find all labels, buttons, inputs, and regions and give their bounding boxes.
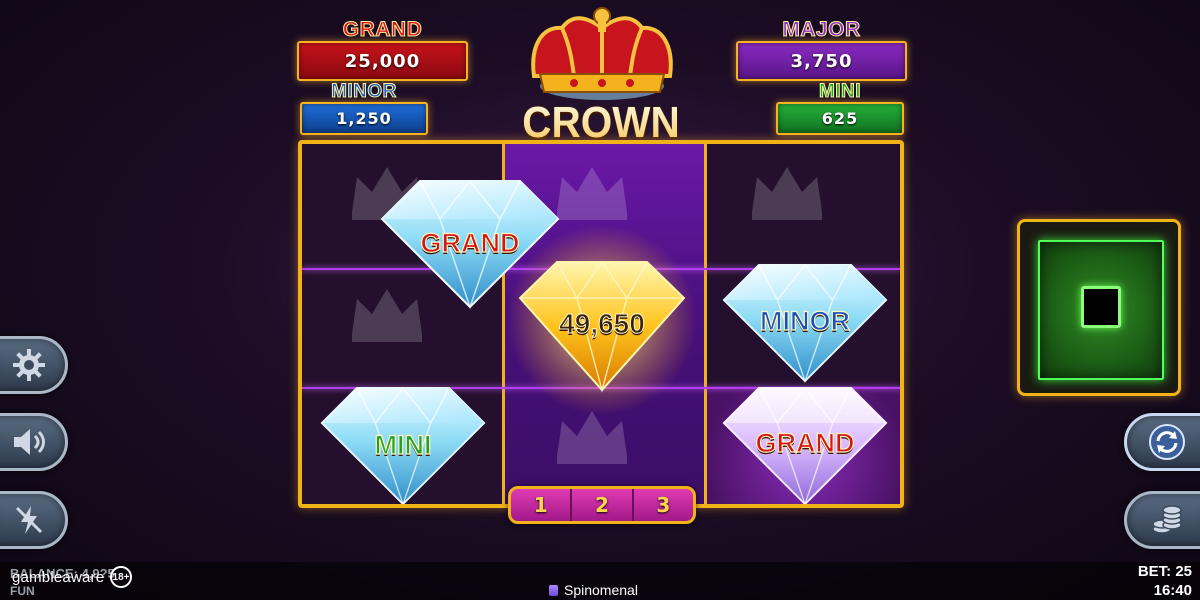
- jackpot-minor-value: 1,250: [300, 102, 428, 135]
- jackpot-grand: GRAND 25,000: [297, 18, 468, 81]
- spin-button-frame: [1017, 219, 1181, 396]
- spin-stop-button[interactable]: [1038, 240, 1164, 380]
- symbol-label: MINI: [374, 429, 432, 460]
- bet-amount: BET: 25: [1137, 563, 1192, 580]
- sound-button[interactable]: [0, 413, 68, 471]
- crown-icon: [531, 7, 673, 100]
- ghost-crown-icon: [552, 162, 632, 222]
- jackpot-major-value: 3,750: [736, 41, 907, 81]
- age-restriction-badge: 18+: [110, 566, 132, 588]
- ghost-crown-icon: [747, 162, 827, 222]
- provider-name: Spinomenal: [564, 582, 638, 598]
- jackpot-mini-label: MINI: [818, 81, 862, 102]
- reel-grid: GRAND 49,650 MINOR MINI GRAND: [298, 140, 904, 508]
- clock: 16:40: [1153, 582, 1192, 599]
- autoplay-icon: [1149, 424, 1185, 460]
- autoplay-button[interactable]: [1124, 413, 1200, 471]
- symbol-label: GRAND: [755, 427, 855, 458]
- gear-icon: [13, 349, 45, 381]
- diamond-minor-symbol: MINOR: [722, 262, 888, 384]
- symbol-label: MINOR: [759, 305, 850, 336]
- bet-button[interactable]: [1124, 491, 1200, 549]
- ghost-crown-icon: [552, 406, 632, 466]
- reel-tab-1[interactable]: 1: [511, 489, 573, 521]
- diamond-mini-symbol: MINI: [320, 384, 486, 504]
- coins-icon: [1152, 505, 1182, 534]
- reel-separator: [704, 144, 707, 504]
- settings-button[interactable]: [0, 336, 68, 394]
- diamond-win-symbol: 49,650: [502, 225, 702, 415]
- reel-tab-3[interactable]: 3: [634, 489, 693, 521]
- jackpot-minor-label: MINOR: [331, 81, 397, 102]
- stop-icon: [1081, 286, 1121, 328]
- turbo-button[interactable]: [0, 491, 68, 549]
- mode-label: FUN: [10, 584, 35, 598]
- speaker-icon: [14, 429, 45, 455]
- jackpot-grand-value: 25,000: [297, 41, 468, 81]
- jackpot-minor: MINOR 1,250: [300, 81, 428, 135]
- turbo-off-icon: [15, 506, 43, 534]
- reel-tab-2[interactable]: 2: [572, 489, 634, 521]
- jackpot-major-label: MAJOR: [782, 18, 861, 41]
- jackpot-mini: MINI 625: [776, 81, 904, 135]
- reel-number-tabs: 1 2 3: [508, 486, 696, 524]
- diamond-grand-symbol: GRAND: [722, 384, 888, 504]
- jackpot-major: MAJOR 3,750: [736, 18, 907, 81]
- jackpot-grand-label: GRAND: [342, 18, 423, 41]
- gambleaware-logo[interactable]: gambleaware: [12, 569, 104, 586]
- jackpot-mini-value: 625: [776, 102, 904, 135]
- win-amount-label: 49,650: [559, 308, 646, 340]
